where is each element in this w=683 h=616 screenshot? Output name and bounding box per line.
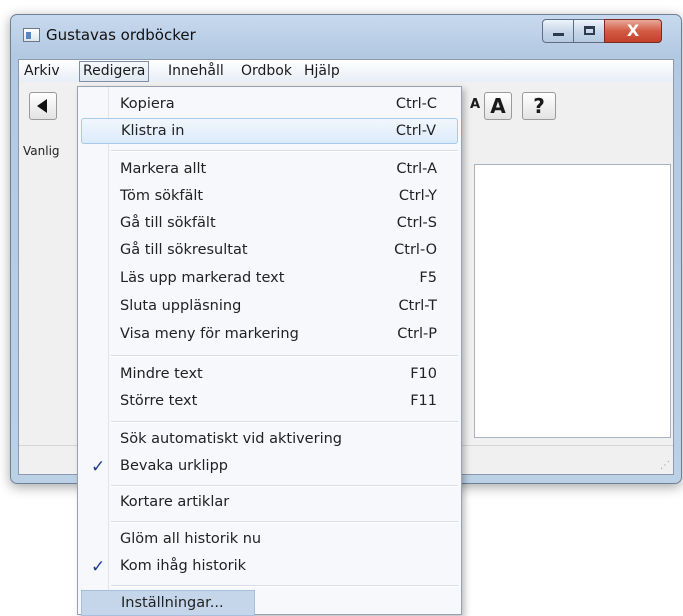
menu-ordbok[interactable]: Ordbok [238, 62, 295, 80]
redigera-dropdown-menu: Kopiera Ctrl-C Klistra in Ctrl-V Markera… [77, 86, 462, 616]
menu-item-label: Visa meny för markering [120, 326, 299, 342]
menu-item-label: Kom ihåg historik [120, 558, 247, 574]
dictionary-mode-label: Vanlig [23, 144, 60, 158]
menu-item-glom-historik[interactable]: Glöm all historik nu [81, 527, 458, 553]
minimize-button[interactable] [542, 19, 574, 43]
menu-item-sluta-upplasning[interactable]: Sluta uppläsning Ctrl-T [81, 294, 458, 320]
menu-item-kom-ihag-historik[interactable]: ✓ Kom ihåg historik [81, 554, 458, 580]
resize-grip-icon[interactable]: ⋰ [660, 460, 670, 471]
menu-item-shortcut: F5 [419, 270, 437, 286]
back-arrow-icon[interactable] [29, 92, 57, 120]
checkmark-icon: ✓ [91, 557, 106, 577]
menu-item-label: Sluta uppläsning [120, 298, 242, 314]
menu-item-las-upp[interactable]: Läs upp markerad text F5 [81, 266, 458, 292]
menu-item-label: Klistra in [121, 123, 185, 139]
app-icon [23, 28, 40, 42]
checkmark-icon: ✓ [91, 457, 106, 477]
menu-item-shortcut: Ctrl-A [396, 161, 437, 177]
menu-separator [111, 521, 458, 523]
close-icon: X [626, 21, 640, 40]
menu-item-shortcut: F10 [410, 366, 437, 382]
menu-item-ga-till-sokresultat[interactable]: Gå till sökresultat Ctrl-O [81, 238, 458, 264]
menu-item-label: Markera allt [120, 161, 207, 177]
minimize-icon [553, 33, 564, 36]
menu-item-label: Bevaka urklipp [120, 458, 228, 474]
menu-separator [111, 150, 458, 152]
menu-item-bevaka-urklipp[interactable]: ✓ Bevaka urklipp [81, 454, 458, 480]
help-button[interactable]: ? [522, 92, 556, 120]
maximize-button[interactable] [573, 19, 605, 43]
menu-innehall[interactable]: Innehåll [165, 62, 227, 80]
menu-item-label: Glöm all historik nu [120, 531, 262, 547]
menu-item-label: Töm sökfält [120, 188, 204, 204]
menu-item-label: Kortare artiklar [120, 494, 230, 510]
smaller-text-button[interactable]: A [466, 92, 484, 120]
menu-separator [111, 421, 458, 423]
menu-separator [111, 355, 458, 357]
menu-item-storre-text[interactable]: Större text F11 [81, 389, 458, 415]
menu-item-shortcut: Ctrl-V [395, 123, 436, 139]
menu-separator [111, 585, 458, 587]
menu-item-sok-automatiskt[interactable]: Sök automatiskt vid aktivering [81, 427, 458, 453]
menu-item-label: Sök automatiskt vid aktivering [120, 431, 342, 447]
menu-item-kortare-artiklar[interactable]: Kortare artiklar [81, 490, 458, 516]
menu-item-markera-allt[interactable]: Markera allt Ctrl-A [81, 157, 458, 183]
menu-item-klistra-in[interactable]: Klistra in Ctrl-V [81, 118, 458, 144]
menu-arkiv[interactable]: Arkiv [21, 62, 63, 80]
menu-redigera[interactable]: Redigera [79, 61, 150, 82]
menu-item-tom-sokfalt[interactable]: Töm sökfält Ctrl-Y [81, 184, 458, 210]
menu-item-label: Gå till sökfält [120, 215, 216, 231]
window-title: Gustavas ordböcker [46, 26, 196, 44]
menu-item-label: Inställningar... [121, 595, 224, 611]
menu-item-shortcut: Ctrl-T [398, 298, 437, 314]
menu-item-label: Större text [120, 393, 198, 409]
menu-item-shortcut: Ctrl-P [397, 326, 437, 342]
menu-item-label: Gå till sökresultat [120, 242, 248, 258]
menu-item-shortcut: Ctrl-O [394, 242, 437, 258]
maximize-icon [584, 26, 595, 35]
close-button[interactable]: X [604, 19, 662, 43]
menu-hjalp[interactable]: Hjälp [301, 62, 343, 80]
menu-item-visa-meny[interactable]: Visa meny för markering Ctrl-P [81, 322, 458, 348]
menu-item-shortcut: Ctrl-Y [398, 188, 437, 204]
menu-item-shortcut: Ctrl-S [396, 215, 437, 231]
menu-item-shortcut: F11 [410, 393, 437, 409]
larger-text-button[interactable]: A [484, 92, 512, 120]
menu-item-label: Mindre text [120, 366, 203, 382]
menu-item-label: Kopiera [120, 96, 175, 112]
menu-item-ga-till-sokfalt[interactable]: Gå till sökfält Ctrl-S [81, 211, 458, 237]
menu-bar: Arkiv Redigera Innehåll Ordbok Hjälp [19, 60, 673, 83]
title-bar[interactable]: Gustavas ordböcker X [11, 15, 681, 59]
menu-item-label: Läs upp markerad text [120, 270, 285, 286]
menu-item-kopiera[interactable]: Kopiera Ctrl-C [81, 92, 458, 118]
menu-item-shortcut: Ctrl-C [395, 96, 437, 112]
menu-item-mindre-text[interactable]: Mindre text F10 [81, 362, 458, 388]
menu-separator [111, 485, 458, 487]
menu-item-installningar[interactable]: Inställningar... [81, 590, 255, 616]
results-pane[interactable] [474, 164, 671, 438]
